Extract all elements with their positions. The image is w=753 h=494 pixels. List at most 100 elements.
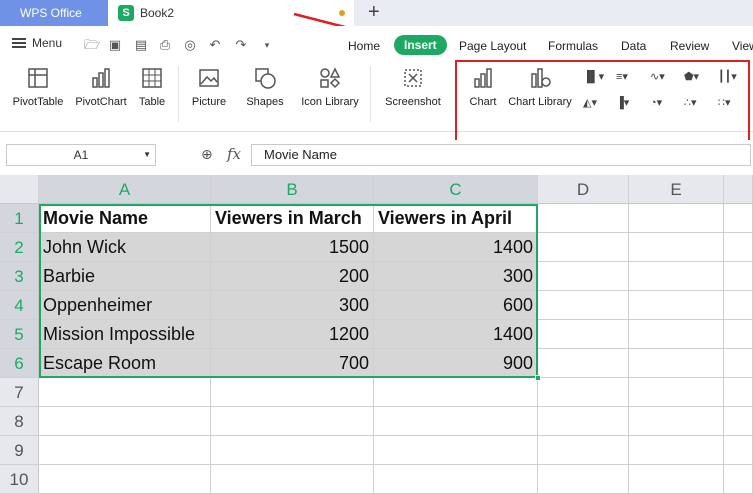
cell-a1[interactable]: Movie Name: [39, 204, 211, 233]
print-icon[interactable]: ⎙: [158, 38, 172, 52]
cell-c6[interactable]: 900: [374, 349, 538, 378]
formula-input[interactable]: Movie Name: [251, 144, 751, 166]
open-folder-icon[interactable]: 🗁: [84, 38, 100, 52]
redo-icon[interactable]: ↷: [234, 38, 248, 52]
empty-cell[interactable]: [538, 436, 629, 465]
cell-a3[interactable]: Barbie: [39, 262, 211, 291]
icon-library-button[interactable]: Icon Library: [298, 66, 362, 108]
empty-cell[interactable]: [629, 262, 724, 291]
select-all-corner[interactable]: [0, 175, 39, 204]
table-label: Table: [138, 96, 166, 108]
row-header-2[interactable]: 2: [0, 233, 39, 262]
cell-b6[interactable]: 700: [211, 349, 374, 378]
export-pdf-icon[interactable]: ▤: [134, 38, 148, 52]
column-header-c[interactable]: C: [374, 175, 538, 204]
empty-cell[interactable]: [538, 204, 629, 233]
fill-handle[interactable]: [535, 375, 541, 381]
empty-cell[interactable]: [39, 378, 211, 407]
cell-b3[interactable]: 200: [211, 262, 374, 291]
cell-c1[interactable]: Viewers in April: [374, 204, 538, 233]
undo-icon[interactable]: ↶: [208, 38, 222, 52]
empty-cell[interactable]: [724, 349, 753, 378]
empty-cell[interactable]: [374, 407, 538, 436]
cell-b1[interactable]: Viewers in March: [211, 204, 374, 233]
pivotchart-button[interactable]: PivotChart: [72, 66, 130, 108]
empty-cell[interactable]: [724, 378, 753, 407]
cell-b2[interactable]: 1500: [211, 233, 374, 262]
empty-cell[interactable]: [629, 233, 724, 262]
tab-review[interactable]: Review: [670, 39, 709, 53]
cell-c2[interactable]: 1400: [374, 233, 538, 262]
empty-cell[interactable]: [629, 436, 724, 465]
tab-page-layout[interactable]: Page Layout: [459, 39, 526, 53]
pivottable-button[interactable]: PivotTable: [10, 66, 66, 108]
empty-cell[interactable]: [724, 407, 753, 436]
tab-data[interactable]: Data: [621, 39, 646, 53]
print-preview-icon[interactable]: ◎: [183, 38, 197, 52]
empty-cell[interactable]: [629, 407, 724, 436]
empty-cell[interactable]: [724, 262, 753, 291]
tab-formulas[interactable]: Formulas: [548, 39, 598, 53]
empty-cell[interactable]: [538, 233, 629, 262]
column-header-b[interactable]: B: [211, 175, 374, 204]
empty-cell[interactable]: [211, 407, 374, 436]
main-menu-button[interactable]: Menu: [12, 36, 62, 50]
empty-cell[interactable]: [211, 378, 374, 407]
empty-cell[interactable]: [629, 378, 724, 407]
column-header-e[interactable]: E: [629, 175, 724, 204]
row-header-5[interactable]: 5: [0, 320, 39, 349]
cell-b5[interactable]: 1200: [211, 320, 374, 349]
screenshot-button[interactable]: Screenshot: [378, 66, 448, 108]
zoom-icon[interactable]: ⊕: [201, 146, 213, 163]
empty-cell[interactable]: [629, 349, 724, 378]
empty-cell[interactable]: [629, 291, 724, 320]
empty-cell[interactable]: [39, 436, 211, 465]
tab-home[interactable]: Home: [348, 39, 380, 53]
empty-cell[interactable]: [374, 436, 538, 465]
function-icon[interactable]: fx: [227, 145, 241, 163]
row-header-8[interactable]: 8: [0, 407, 39, 436]
tab-insert[interactable]: Insert: [394, 35, 447, 55]
empty-cell[interactable]: [724, 233, 753, 262]
column-header-d[interactable]: D: [538, 175, 629, 204]
empty-cell[interactable]: [538, 320, 629, 349]
row-header-6[interactable]: 6: [0, 349, 39, 378]
empty-cell[interactable]: [629, 320, 724, 349]
empty-cell[interactable]: [39, 407, 211, 436]
cell-a6[interactable]: Escape Room: [39, 349, 211, 378]
row-header-4[interactable]: 4: [0, 291, 39, 320]
customize-dropdown-icon[interactable]: ▾: [260, 38, 274, 52]
table-button[interactable]: Table: [136, 66, 168, 108]
cell-c4[interactable]: 600: [374, 291, 538, 320]
row-header-1[interactable]: 1: [0, 204, 39, 233]
empty-cell[interactable]: [724, 204, 753, 233]
picture-button[interactable]: Picture: [186, 66, 232, 108]
cell-c5[interactable]: 1400: [374, 320, 538, 349]
save-icon[interactable]: ▣: [108, 38, 122, 52]
empty-cell[interactable]: [538, 407, 629, 436]
empty-cell[interactable]: [538, 291, 629, 320]
row-header-7[interactable]: 7: [0, 378, 39, 407]
cell-a5[interactable]: Mission Impossible: [39, 320, 211, 349]
empty-cell[interactable]: [629, 204, 724, 233]
cell-c3[interactable]: 300: [374, 262, 538, 291]
cell-a4[interactable]: Oppenheimer: [39, 291, 211, 320]
empty-cell[interactable]: [724, 291, 753, 320]
cell-b4[interactable]: 300: [211, 291, 374, 320]
name-box[interactable]: A1 ▼: [6, 144, 156, 166]
empty-cell[interactable]: [724, 436, 753, 465]
empty-cell[interactable]: [724, 320, 753, 349]
row-header-3[interactable]: 3: [0, 262, 39, 291]
column-header-f[interactable]: [724, 175, 753, 204]
cell-a2[interactable]: John Wick: [39, 233, 211, 262]
row-header-9[interactable]: 9: [0, 436, 39, 465]
empty-cell[interactable]: [538, 378, 629, 407]
tab-view[interactable]: View: [732, 39, 753, 53]
wps-office-tab[interactable]: WPS Office: [0, 0, 108, 26]
empty-cell[interactable]: [374, 378, 538, 407]
empty-cell[interactable]: [538, 262, 629, 291]
empty-cell[interactable]: [538, 349, 629, 378]
shapes-button[interactable]: Shapes: [240, 66, 290, 108]
empty-cell[interactable]: [211, 436, 374, 465]
column-header-a[interactable]: A: [39, 175, 211, 204]
